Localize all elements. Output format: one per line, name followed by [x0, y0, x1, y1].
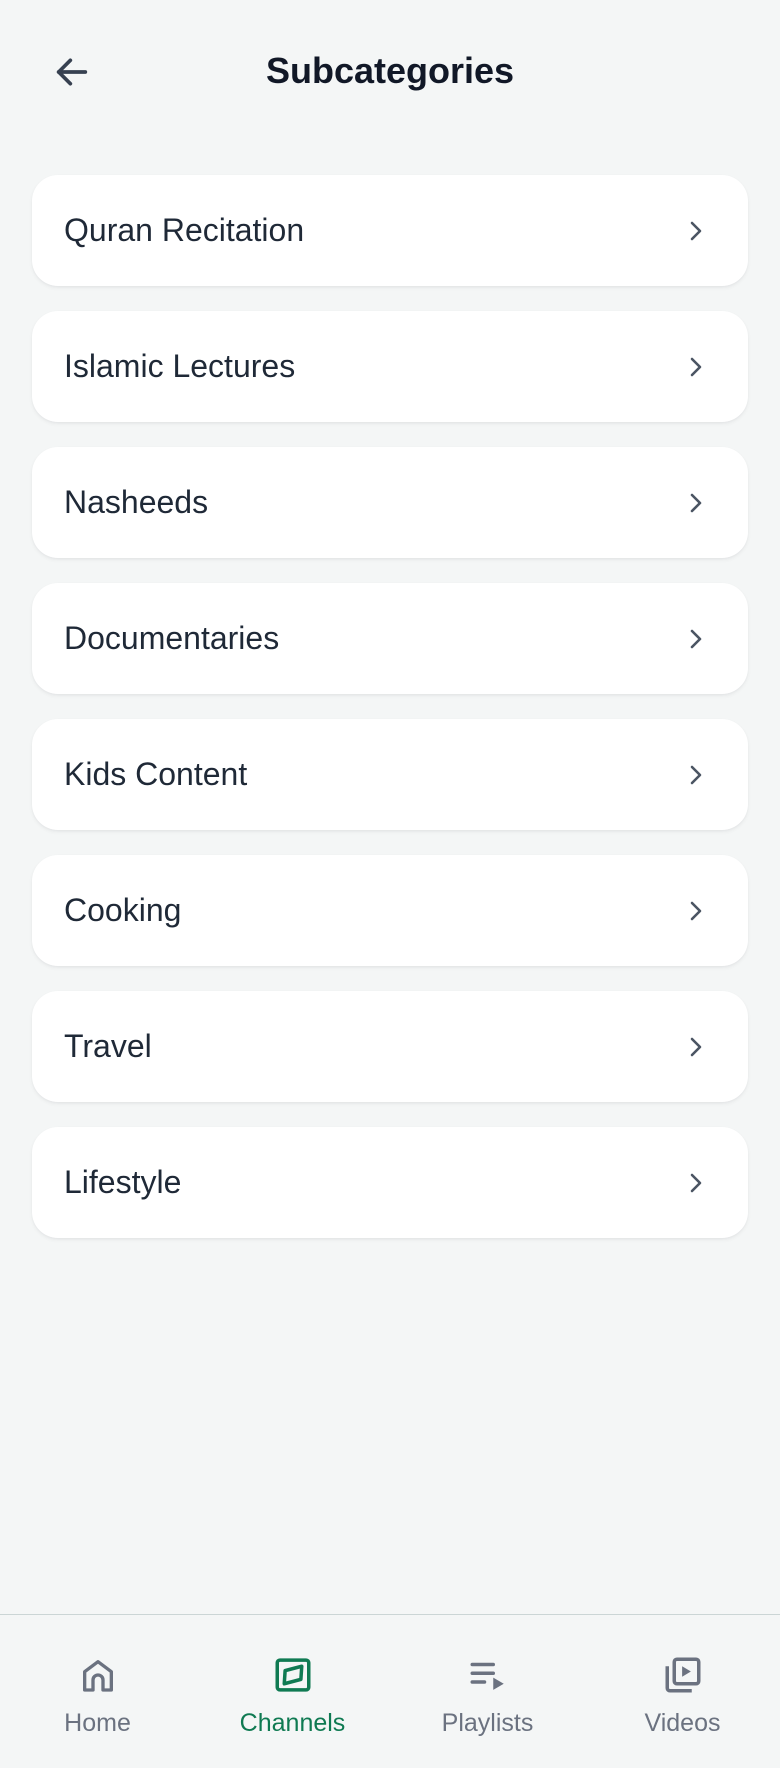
subcategory-label: Nasheeds — [64, 484, 209, 520]
chevron-right-icon — [684, 627, 708, 651]
app-header: Subcategories — [0, 0, 780, 144]
subcategory-label: Kids Content — [64, 756, 248, 792]
subcategory-item-documentaries[interactable]: Documentaries — [32, 583, 748, 694]
subcategory-item-nasheeds[interactable]: Nasheeds — [32, 447, 748, 558]
subcategory-label: Islamic Lectures — [64, 348, 296, 384]
playlist-icon — [466, 1653, 510, 1697]
nav-item-home[interactable]: Home — [0, 1615, 195, 1768]
subcategory-label: Lifestyle — [64, 1164, 182, 1200]
nav-label-home: Home — [64, 1709, 131, 1737]
chevron-right-icon — [684, 1035, 708, 1059]
subcategory-item-travel[interactable]: Travel — [32, 991, 748, 1102]
subcategory-label: Documentaries — [64, 620, 280, 656]
subcategory-label: Quran Recitation — [64, 212, 305, 248]
nav-item-channels[interactable]: Channels — [195, 1615, 390, 1768]
chevron-right-icon — [684, 1171, 708, 1195]
subcategory-item-kids-content[interactable]: Kids Content — [32, 719, 748, 830]
subcategory-label: Cooking — [64, 892, 182, 928]
subcategory-label: Travel — [64, 1028, 152, 1064]
chevron-right-icon — [684, 491, 708, 515]
chevron-right-icon — [684, 899, 708, 923]
nav-item-playlists[interactable]: Playlists — [390, 1615, 585, 1768]
video-library-icon — [661, 1653, 705, 1697]
subcategory-item-lifestyle[interactable]: Lifestyle — [32, 1127, 748, 1238]
nav-label-channels: Channels — [239, 1709, 346, 1737]
subcategory-item-islamic-lectures[interactable]: Islamic Lectures — [32, 311, 748, 422]
channels-icon — [271, 1653, 315, 1697]
nav-label-videos: Videos — [644, 1709, 721, 1737]
chevron-right-icon — [684, 219, 708, 243]
nav-label-playlists: Playlists — [441, 1709, 534, 1737]
nav-item-videos[interactable]: Videos — [585, 1615, 780, 1768]
bottom-navigation: Home Channels Playlists Videos — [0, 1614, 780, 1768]
subcategory-item-cooking[interactable]: Cooking — [32, 855, 748, 966]
chevron-right-icon — [684, 355, 708, 379]
page-title: Subcategories — [265, 50, 515, 91]
home-icon — [76, 1653, 120, 1697]
subcategory-item-quran-recitation[interactable]: Quran Recitation — [32, 175, 748, 286]
subcategory-list: Quran Recitation Islamic Lectures Nashee… — [32, 175, 748, 1263]
chevron-right-icon — [684, 763, 708, 787]
